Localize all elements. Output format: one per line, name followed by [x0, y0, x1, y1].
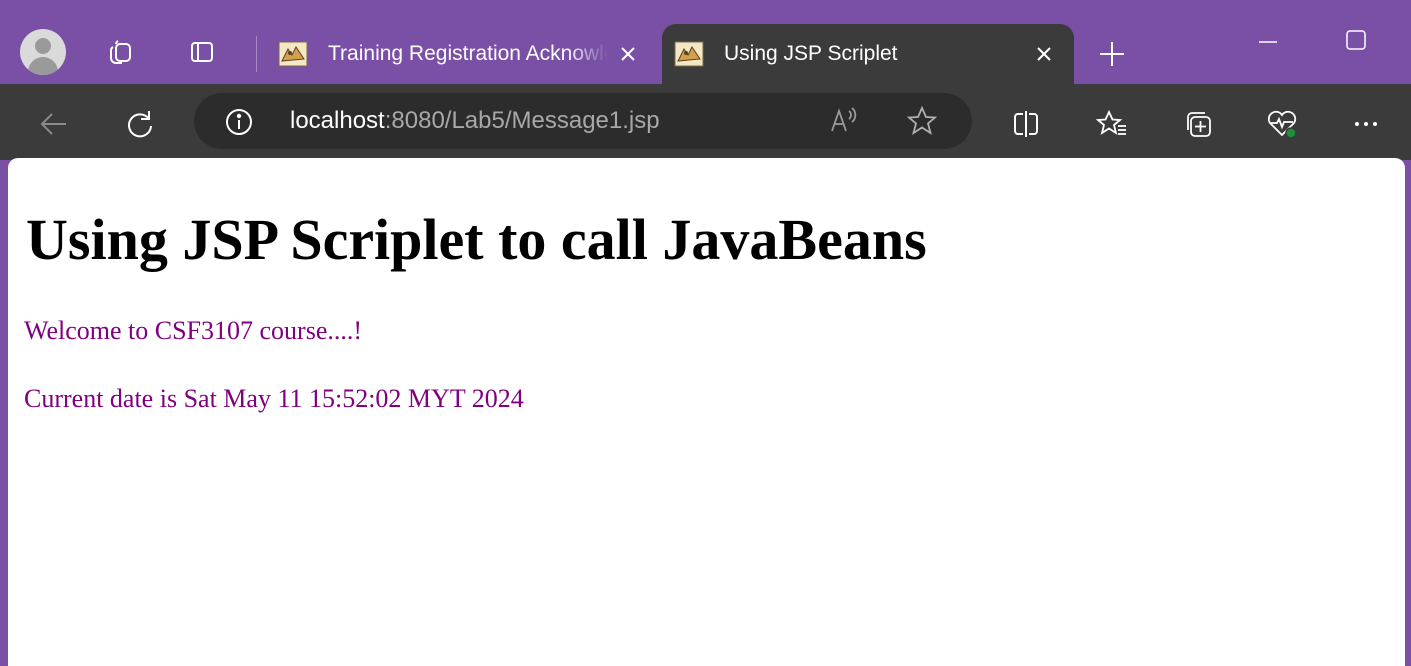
read-aloud-button[interactable]: [826, 103, 862, 139]
more-icon: [1355, 122, 1377, 126]
refresh-icon: [128, 111, 152, 138]
current-date-message: Current date is Sat May 11 15:52:02 MYT …: [24, 384, 524, 413]
back-button[interactable]: [34, 104, 74, 144]
heart-pulse-icon: [1267, 110, 1297, 139]
collections-icon: [1187, 112, 1211, 137]
url-host: localhost: [290, 107, 385, 134]
tab-strip-divider: [256, 36, 257, 72]
url-path: :8080/Lab5/Message1.jsp: [384, 107, 660, 134]
url-text[interactable]: localhost:8080/Lab5/Message1.jsp: [290, 107, 660, 135]
workspaces-icon[interactable]: [104, 36, 136, 68]
new-tab-button[interactable]: [1096, 38, 1128, 70]
star-icon: [906, 105, 938, 136]
browser-window: Training Registration Acknowledgement Us…: [0, 0, 1411, 666]
profile-avatar-icon[interactable]: [20, 29, 66, 75]
tab-using-jsp-scriplet[interactable]: Using JSP Scriplet: [662, 24, 1074, 84]
split-screen-icon: [1014, 111, 1038, 137]
favorites-icon: [1096, 109, 1126, 135]
welcome-message: Welcome to CSF3107 course....!: [24, 316, 363, 345]
favorite-button[interactable]: [904, 103, 940, 139]
more-button[interactable]: [1346, 104, 1386, 144]
tab-title: Training Registration Acknowledgement: [328, 42, 608, 65]
minimize-icon: [1259, 41, 1277, 43]
tab-strip: Training Registration Acknowledgement Us…: [0, 0, 1411, 84]
info-icon[interactable]: [224, 107, 254, 137]
refresh-button[interactable]: [120, 104, 160, 144]
tab-title: Using JSP Scriplet: [724, 42, 898, 65]
page-heading: Using JSP Scriplet to call JavaBeans: [26, 207, 927, 272]
minimize-button[interactable]: [1248, 20, 1288, 60]
read-aloud-icon: [831, 107, 857, 132]
split-screen-button[interactable]: [1006, 104, 1046, 144]
address-bar[interactable]: localhost:8080/Lab5/Message1.jsp: [194, 93, 972, 149]
maximize-icon: [1346, 30, 1366, 50]
collections-button[interactable]: [1178, 104, 1218, 144]
tab-training-registration[interactable]: Training Registration Acknowledgement: [266, 24, 658, 84]
plus-icon: [1100, 42, 1124, 66]
tomcat-icon: [674, 41, 704, 67]
tab-actions-icon[interactable]: [186, 36, 218, 68]
tomcat-icon: [278, 41, 308, 67]
browser-essentials-button[interactable]: [1262, 104, 1302, 144]
favorites-button[interactable]: [1092, 104, 1132, 144]
status-dot: [1285, 127, 1297, 139]
close-icon[interactable]: [1024, 34, 1064, 74]
page-viewport: Using JSP Scriplet to call JavaBeans Wel…: [8, 158, 1405, 666]
back-arrow-icon: [40, 113, 66, 135]
browser-toolbar: localhost:8080/Lab5/Message1.jsp: [0, 84, 1411, 160]
maximize-button[interactable]: [1336, 20, 1376, 60]
close-icon[interactable]: [608, 34, 648, 74]
